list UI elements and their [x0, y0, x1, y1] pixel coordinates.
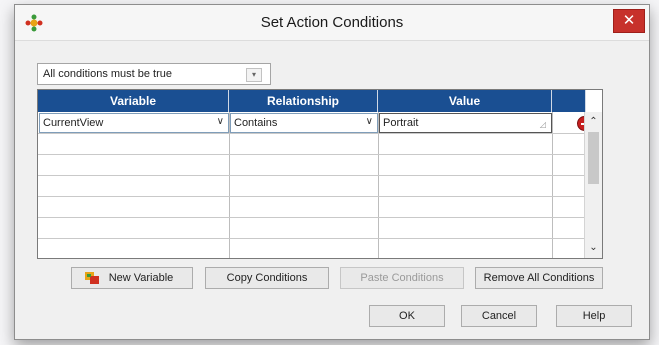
row-divider	[38, 133, 586, 134]
conditions-grid: Variable Relationship Value CurrentView …	[37, 89, 603, 259]
row-divider	[38, 196, 586, 197]
variable-combo[interactable]: CurrentView ∨	[39, 113, 229, 133]
row-divider	[38, 217, 586, 218]
chevron-down-icon[interactable]: ∨	[366, 116, 373, 127]
row-divider	[38, 175, 586, 176]
scroll-thumb[interactable]	[588, 132, 599, 184]
column-header-variable: Variable	[38, 90, 229, 112]
variable-value: CurrentView	[43, 117, 104, 129]
condition-mode-value: All conditions must be true	[43, 68, 173, 80]
relationship-value: Contains	[234, 117, 278, 129]
value-input[interactable]: Portrait ◿	[379, 113, 552, 133]
scroll-up-icon[interactable]: ⌃	[585, 114, 602, 130]
column-header-action	[552, 90, 586, 112]
new-variable-button[interactable]: New Variable	[71, 267, 193, 289]
chevron-down-icon[interactable]: ∨	[217, 116, 224, 127]
cancel-button[interactable]: Cancel	[461, 305, 537, 327]
row-divider	[38, 154, 586, 155]
new-variable-label: New Variable	[108, 272, 174, 284]
vertical-scrollbar[interactable]: ⌃ ⌄	[584, 112, 602, 258]
variable-icon	[85, 272, 99, 284]
column-header-value: Value	[378, 90, 552, 112]
value-text: Portrait	[383, 117, 419, 129]
close-icon: ✕	[622, 12, 636, 29]
remove-all-conditions-button[interactable]: Remove All Conditions	[475, 267, 603, 289]
scroll-down-icon[interactable]: ⌄	[585, 240, 602, 256]
ok-button[interactable]: OK	[369, 305, 445, 327]
help-button[interactable]: Help	[556, 305, 632, 327]
title-bar[interactable]: Set Action Conditions ✕	[15, 5, 649, 41]
row-divider	[38, 238, 586, 239]
resize-grip-icon: ◿	[539, 120, 546, 129]
paste-conditions-button[interactable]: Paste Conditions	[340, 267, 464, 289]
column-header-relationship: Relationship	[229, 90, 378, 112]
window-title: Set Action Conditions	[260, 14, 404, 31]
condition-mode-select[interactable]: All conditions must be true ▾	[37, 63, 271, 85]
chevron-down-icon[interactable]: ▾	[246, 68, 262, 82]
relationship-combo[interactable]: Contains ∨	[230, 113, 378, 133]
close-button[interactable]: ✕	[613, 9, 645, 33]
copy-conditions-button[interactable]: Copy Conditions	[205, 267, 329, 289]
set-action-conditions-dialog: Set Action Conditions ✕ All conditions m…	[14, 4, 650, 340]
